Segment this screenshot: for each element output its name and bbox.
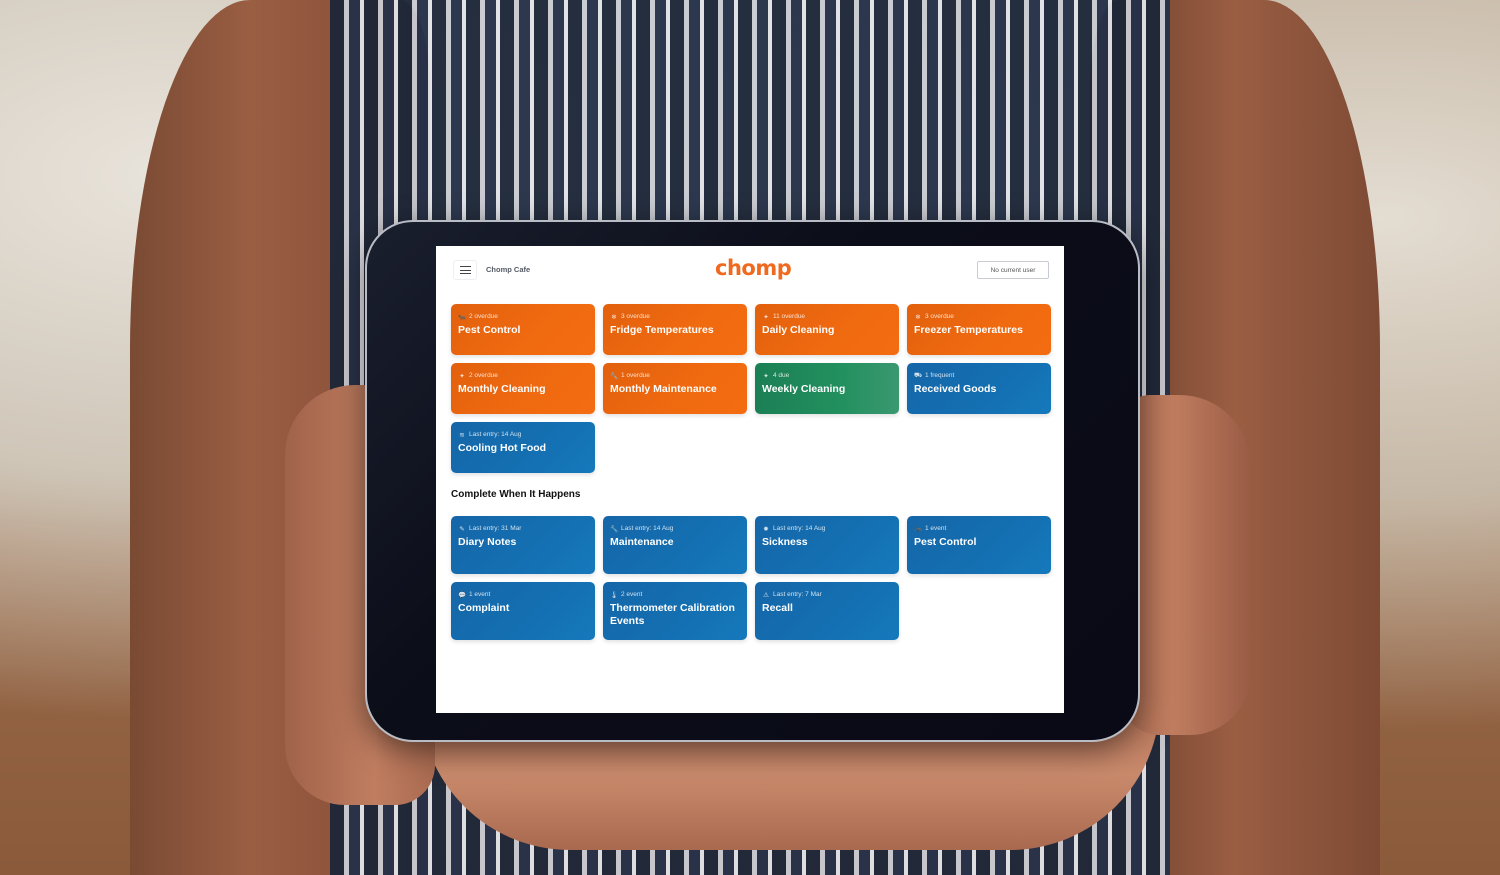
task-card-meta: ⚠ Last entry: 7 Mar xyxy=(762,590,892,599)
app-screen: Chomp Cafe chomp No current user 🐜 2 over… xyxy=(436,246,1064,713)
snowflake-icon: ❄ xyxy=(915,313,921,321)
task-card-title: Received Goods xyxy=(914,383,997,395)
task-card-meta-text: 2 overdue xyxy=(469,372,498,379)
task-card-meta-text: Last entry: 14 Aug xyxy=(621,525,674,532)
task-card-meta: ✦ 4 due xyxy=(762,371,892,380)
task-card-meta-text: Last entry: 7 Mar xyxy=(773,591,822,598)
scheduled-tasks-grid: 🐜 2 overdue Pest Control ❄ 3 overdue Fridge T… xyxy=(451,304,1051,473)
task-card-monthly-maintenance[interactable]: 🔧 1 overdue Monthly Maintenance xyxy=(603,363,747,414)
task-card-diary-notes[interactable]: ✎ Last entry: 31 Mar Diary Notes xyxy=(451,516,595,574)
thermometer-icon: 🌡 xyxy=(610,591,619,599)
event-tasks-grid: ✎ Last entry: 31 Mar Diary Notes 🔧 Last entr… xyxy=(451,516,1051,640)
bug-icon: 🐜 xyxy=(914,525,923,533)
task-card-meta-text: 3 overdue xyxy=(621,313,650,320)
warning-icon: ⚠ xyxy=(763,591,769,599)
task-card-title: Cooling Hot Food xyxy=(458,442,547,454)
truck-icon: ⛟ xyxy=(914,372,923,379)
sparkle-icon: ✦ xyxy=(763,372,769,380)
task-card-meta: ✦ 2 overdue xyxy=(458,371,588,380)
task-card-meta-text: Last entry: 14 Aug xyxy=(773,525,826,532)
task-card-meta: ❄ 3 overdue xyxy=(610,312,740,321)
current-user-button[interactable]: No current user xyxy=(977,261,1049,279)
task-card-meta: 🔧 Last entry: 14 Aug xyxy=(610,524,740,533)
task-card-title: Fridge Temperatures xyxy=(610,324,714,336)
task-card-complaint[interactable]: 💬 1 event Complaint xyxy=(451,582,595,640)
chat-icon: 💬 xyxy=(458,591,467,599)
task-card-meta: ✎ Last entry: 31 Mar xyxy=(458,524,588,533)
task-card-meta: ✹ Last entry: 14 Aug xyxy=(762,524,892,533)
chomp-logo: chomp xyxy=(715,256,792,280)
task-card-meta-text: 2 event xyxy=(621,591,643,598)
task-card-title: Weekly Cleaning xyxy=(762,383,846,395)
task-card-title: Thermometer Calibration Events xyxy=(610,602,735,627)
task-card-meta-text: 11 overdue xyxy=(773,313,806,320)
task-card-title: Complaint xyxy=(458,602,510,614)
snowflake-icon: ❄ xyxy=(611,313,617,321)
virus-icon: ✹ xyxy=(763,525,769,533)
task-card-thermometer-calibration-events[interactable]: 🌡 2 event Thermometer Calibration Events xyxy=(603,582,747,640)
task-card-meta-text: 3 overdue xyxy=(925,313,954,320)
task-card-fridge-temperatures[interactable]: ❄ 3 overdue Fridge Temperatures xyxy=(603,304,747,355)
wrench-icon: 🔧 xyxy=(610,372,619,380)
task-card-sickness[interactable]: ✹ Last entry: 14 Aug Sickness xyxy=(755,516,899,574)
task-card-title: Monthly Maintenance xyxy=(610,383,717,395)
cafe-name: Chomp Cafe xyxy=(486,265,531,274)
section-title-complete-when-it-happens: Complete When It Happens xyxy=(451,489,581,500)
task-card-meta-text: 1 frequent xyxy=(925,372,955,379)
task-card-title: Freezer Temperatures xyxy=(914,324,1023,336)
task-card-title: Pest Control xyxy=(458,324,521,336)
task-card-recall[interactable]: ⚠ Last entry: 7 Mar Recall xyxy=(755,582,899,640)
task-card-received-goods[interactable]: ⛟ 1 frequent Received Goods xyxy=(907,363,1051,414)
task-card-meta-text: 1 overdue xyxy=(621,372,650,379)
task-card-title: Sickness xyxy=(762,536,808,548)
task-card-meta-text: Last entry: 14 Aug xyxy=(469,431,522,438)
task-card-title: Diary Notes xyxy=(458,536,517,548)
task-card-meta: ❄ 3 overdue xyxy=(914,312,1044,321)
task-card-title: Monthly Cleaning xyxy=(458,383,546,395)
wind-icon: ≋ xyxy=(459,431,465,439)
task-card-title: Pest Control xyxy=(914,536,977,548)
task-card-pest-control[interactable]: 🐜 2 overdue Pest Control xyxy=(451,304,595,355)
hamburger-menu-icon[interactable] xyxy=(453,260,477,280)
task-card-monthly-cleaning[interactable]: ✦ 2 overdue Monthly Cleaning xyxy=(451,363,595,414)
task-card-meta-text: 1 event xyxy=(469,591,491,598)
top-bar: Chomp Cafe chomp No current user xyxy=(436,246,1064,296)
task-card-meta: 🐜 1 event xyxy=(914,524,1044,533)
bug-icon: 🐜 xyxy=(458,313,467,321)
task-card-cooling-hot-food[interactable]: ≋ Last entry: 14 Aug Cooling Hot Food xyxy=(451,422,595,473)
task-card-weekly-cleaning[interactable]: ✦ 4 due Weekly Cleaning xyxy=(755,363,899,414)
task-card-title: Daily Cleaning xyxy=(762,324,835,336)
task-card-meta: 💬 1 event xyxy=(458,590,588,599)
task-card-maintenance[interactable]: 🔧 Last entry: 14 Aug Maintenance xyxy=(603,516,747,574)
task-card-meta: 🐜 2 overdue xyxy=(458,312,588,321)
task-card-meta: 🌡 2 event xyxy=(610,590,740,599)
edit-icon: ✎ xyxy=(459,525,465,533)
task-card-meta-text: 4 due xyxy=(773,372,790,379)
wrench-icon: 🔧 xyxy=(610,525,619,533)
sparkle-icon: ✦ xyxy=(459,372,465,380)
task-card-freezer-temperatures[interactable]: ❄ 3 overdue Freezer Temperatures xyxy=(907,304,1051,355)
task-card-meta: ✦ 11 overdue xyxy=(762,312,892,321)
task-card-daily-cleaning[interactable]: ✦ 11 overdue Daily Cleaning xyxy=(755,304,899,355)
task-card-meta-text: 2 overdue xyxy=(469,313,498,320)
task-card-title: Maintenance xyxy=(610,536,674,548)
task-card-meta-text: 1 event xyxy=(925,525,947,532)
task-card-meta: ≋ Last entry: 14 Aug xyxy=(458,430,588,439)
task-card-title: Recall xyxy=(762,602,793,614)
task-card-pest-control[interactable]: 🐜 1 event Pest Control xyxy=(907,516,1051,574)
task-card-meta-text: Last entry: 31 Mar xyxy=(469,525,522,532)
sparkle-icon: ✦ xyxy=(763,313,769,321)
task-card-meta: 🔧 1 overdue xyxy=(610,371,740,380)
task-card-meta: ⛟ 1 frequent xyxy=(914,371,1044,380)
